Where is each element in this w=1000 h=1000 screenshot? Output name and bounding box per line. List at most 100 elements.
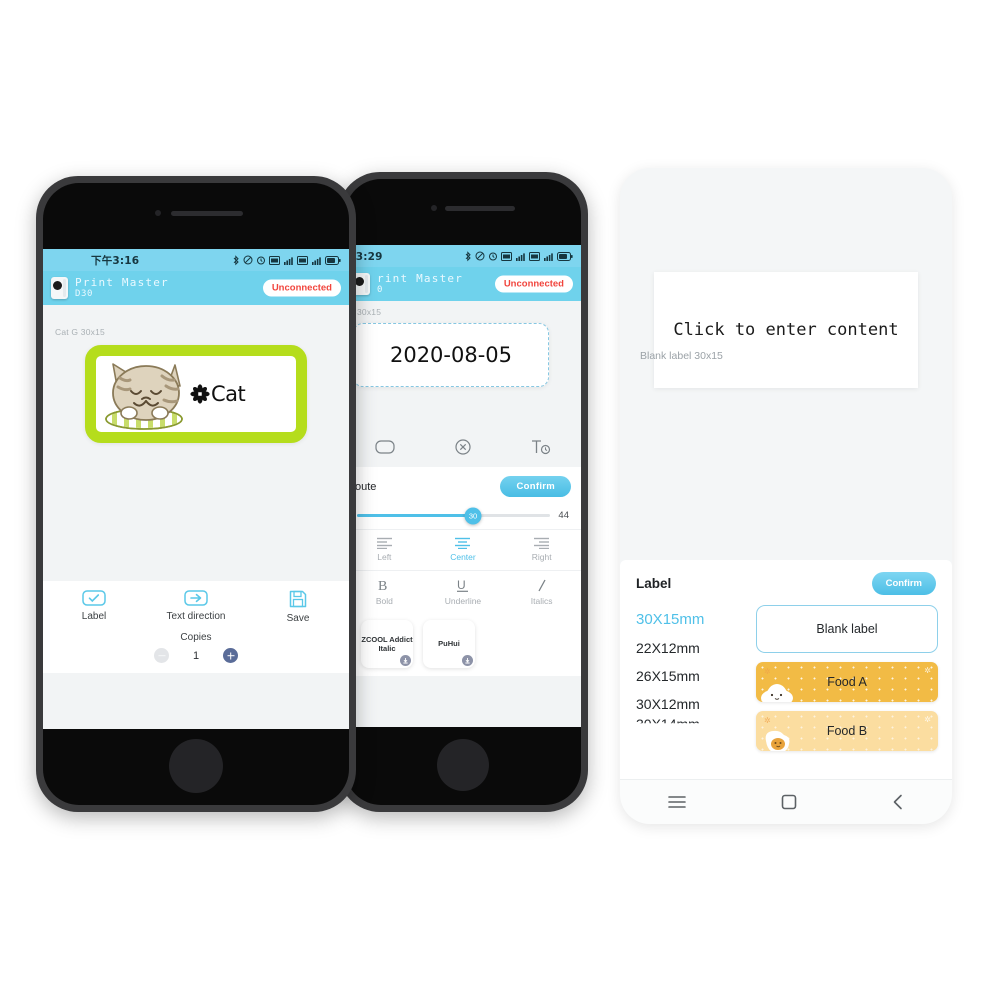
font-size-slider-row[interactable]: 30 44: [345, 504, 581, 529]
attribute-label: oute: [355, 480, 377, 493]
font-name: PuHui: [438, 639, 460, 649]
phone-1-status-bar: 下午3:16: [43, 249, 349, 271]
align-left-icon: [376, 537, 392, 549]
align-right-icon: [534, 537, 550, 549]
phone-2-frame: 午3:29 rint Master 0 Unconnected 30x15 20…: [338, 172, 588, 812]
template-food-b[interactable]: ✲ ✲ Food B: [756, 711, 938, 751]
align-center-option[interactable]: Center: [429, 537, 497, 562]
italics-icon: [538, 579, 546, 592]
label-tool-button[interactable]: Label: [57, 590, 131, 624]
save-tool-button[interactable]: Save: [261, 590, 335, 624]
rounded-rect-icon[interactable]: [375, 440, 395, 454]
label-tool-label: Label: [81, 611, 107, 622]
bun-icon: [761, 684, 793, 702]
copies-increment-button[interactable]: [223, 648, 238, 663]
copies-stepper: 1: [43, 648, 349, 663]
phone-3-screen: Blank label 30x15 Click to enter content…: [620, 168, 952, 824]
cat-sticker-icon: [98, 356, 190, 432]
font-card[interactable]: ZCOOL Addict Italic: [361, 620, 413, 668]
sparkle-icon: ✲: [764, 667, 771, 676]
phone-1-canvas[interactable]: Cat G 30x15 Cat: [43, 305, 349, 581]
italics-option[interactable]: Italics: [508, 578, 576, 606]
phone-1-app-header: Print Master D30 Unconnected: [43, 271, 349, 305]
download-icon[interactable]: [400, 655, 411, 666]
underline-option[interactable]: U Underline: [429, 578, 497, 606]
sparkle-icon: ✲: [924, 666, 931, 675]
status-icons: [232, 254, 341, 266]
text-clock-icon[interactable]: [531, 439, 551, 455]
phone-1-toolbar: Label Text direction Save: [43, 581, 349, 630]
cat-label-element[interactable]: Cat: [85, 345, 307, 443]
mute-icon: [475, 251, 485, 261]
date-label-element[interactable]: 2020-08-05: [353, 323, 549, 387]
copies-decrement-button[interactable]: [154, 648, 169, 663]
connection-status-badge[interactable]: Unconnected: [494, 275, 573, 293]
blank-label-element[interactable]: Click to enter content: [654, 272, 918, 388]
phone-2-screen: 午3:29 rint Master 0 Unconnected 30x15 20…: [345, 245, 581, 727]
sheet-title: Label: [636, 576, 672, 591]
font-card[interactable]: PuHui: [423, 620, 475, 668]
sim-icon: [529, 251, 540, 261]
copies-section: Copies 1: [43, 630, 349, 673]
label-size-caption: Cat G 30x15: [55, 327, 105, 337]
android-nav-bar: [620, 779, 952, 824]
status-icons: [464, 250, 573, 262]
device-name: rint Master: [377, 271, 464, 285]
status-time: 下午3:16: [91, 254, 140, 267]
sparkle-icon: ✲: [764, 716, 771, 725]
align-left-option[interactable]: Left: [350, 537, 418, 562]
size-option-22x12[interactable]: 22X12mm: [636, 640, 746, 656]
phone-1-frame: 下午3:16 Print Master D30 Unconnected Cat …: [36, 176, 356, 812]
signal-icon: [544, 252, 553, 261]
cat-label-content: Cat: [190, 382, 246, 406]
align-center-icon: [455, 537, 471, 549]
svg-text:B: B: [378, 579, 387, 593]
label-size-caption: 30x15: [357, 307, 382, 317]
label-size-list[interactable]: 30X15mm 22X12mm 26X15mm 30X12mm: [636, 605, 746, 751]
size-option-30x15[interactable]: 30X15mm: [636, 611, 746, 628]
size-option-30x12[interactable]: 30X12mm: [636, 696, 746, 712]
phone-2-canvas[interactable]: 30x15 2020-08-05: [345, 301, 581, 429]
text-direction-tool-button[interactable]: Text direction: [159, 590, 233, 624]
phone-2-status-bar: 午3:29: [345, 245, 581, 267]
phone-2-glass: 午3:29 rint Master 0 Unconnected 30x15 20…: [345, 179, 581, 805]
sim-icon: [501, 251, 512, 261]
underline-icon: U: [457, 578, 469, 592]
align-right-option[interactable]: Right: [508, 537, 576, 562]
home-icon[interactable]: [781, 794, 797, 810]
screenshot-canvas: 午3:29 rint Master 0 Unconnected 30x15 20…: [0, 0, 1000, 1000]
font-size-slider-knob[interactable]: 30: [464, 507, 482, 524]
text-style-options-row: B Bold U Underline Italics: [345, 570, 581, 614]
font-size-slider-track[interactable]: 30: [357, 507, 551, 524]
date-label-text: 2020-08-05: [389, 343, 513, 367]
align-right-label: Right: [531, 552, 552, 562]
save-icon: [289, 590, 307, 608]
label-check-icon: [82, 590, 106, 606]
phone-1-glass: 下午3:16 Print Master D30 Unconnected Cat …: [43, 183, 349, 805]
phone-2-app-header: rint Master 0 Unconnected: [345, 267, 581, 301]
connection-status-badge[interactable]: Unconnected: [262, 279, 341, 297]
bold-option[interactable]: B Bold: [350, 578, 418, 606]
circle-x-icon[interactable]: [455, 439, 471, 455]
template-food-b-label: Food B: [826, 724, 868, 738]
cat-label-text: Cat: [211, 382, 246, 406]
size-option-26x15[interactable]: 26X15mm: [636, 668, 746, 684]
sim-icon: [269, 255, 280, 265]
phone-2-edit-panel: oute Confirm 30 44 Left Center Right B B…: [345, 467, 581, 676]
align-left-label: Left: [377, 552, 392, 562]
confirm-button[interactable]: Confirm: [871, 572, 936, 595]
download-icon[interactable]: [462, 655, 473, 666]
template-blank-label[interactable]: Blank label: [756, 605, 938, 653]
template-food-a[interactable]: ✲ ✲ Food A: [756, 662, 938, 702]
confirm-button[interactable]: Confirm: [500, 476, 571, 497]
align-center-label: Center: [450, 552, 476, 562]
battery-icon: [325, 255, 341, 265]
back-icon[interactable]: [892, 794, 904, 810]
signal-icon: [284, 256, 293, 265]
device-model: D30: [75, 289, 94, 300]
phone-2-shape-toolbar: [345, 429, 581, 467]
signal-icon: [516, 252, 525, 261]
flower-icon: [190, 384, 210, 404]
menu-icon[interactable]: [667, 795, 686, 809]
bluetooth-icon: [465, 250, 471, 261]
